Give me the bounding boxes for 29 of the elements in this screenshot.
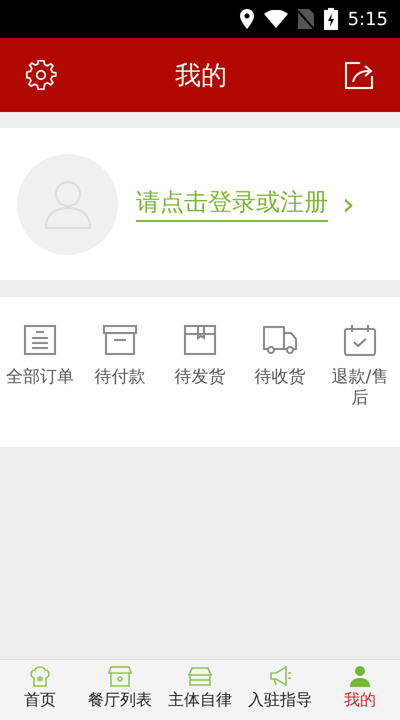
shop-icon bbox=[108, 664, 132, 688]
all-order-icon bbox=[22, 323, 58, 357]
order-status-link[interactable]: 待发货 bbox=[164, 367, 236, 388]
refund-order-icon bbox=[342, 323, 378, 357]
tab-item[interactable]: 主体自律 bbox=[160, 660, 240, 720]
settings-icon[interactable] bbox=[24, 58, 58, 92]
order-status-link[interactable]: 待收货 bbox=[244, 367, 316, 388]
ship-order-icon bbox=[182, 323, 218, 357]
order-status-link[interactable]: 全部订单 bbox=[4, 367, 76, 388]
store-icon bbox=[188, 664, 212, 688]
location-icon bbox=[240, 9, 254, 29]
home-icon bbox=[28, 664, 52, 688]
tab-item[interactable]: 我的 bbox=[320, 660, 400, 720]
wifi-icon bbox=[264, 10, 288, 28]
page-title: 我的 bbox=[175, 60, 227, 92]
tab-item[interactable]: 餐厅列表 bbox=[80, 660, 160, 720]
battery-icon bbox=[324, 8, 338, 30]
tab-item[interactable]: 入驻指导 bbox=[240, 660, 320, 720]
chevron-icon: › bbox=[342, 188, 355, 220]
receive-order-icon bbox=[262, 323, 298, 357]
user-icon bbox=[348, 664, 372, 688]
tab-item[interactable]: 首页 bbox=[0, 660, 80, 720]
share-icon[interactable] bbox=[344, 60, 376, 90]
no-sim-icon bbox=[298, 9, 314, 29]
order-status-link[interactable]: 待付款 bbox=[84, 367, 156, 388]
horn-icon bbox=[268, 664, 292, 688]
pay-order-icon bbox=[102, 323, 138, 357]
status-time: 5:15 bbox=[348, 8, 388, 30]
order-status-link[interactable]: 退款/售后 bbox=[324, 367, 396, 409]
